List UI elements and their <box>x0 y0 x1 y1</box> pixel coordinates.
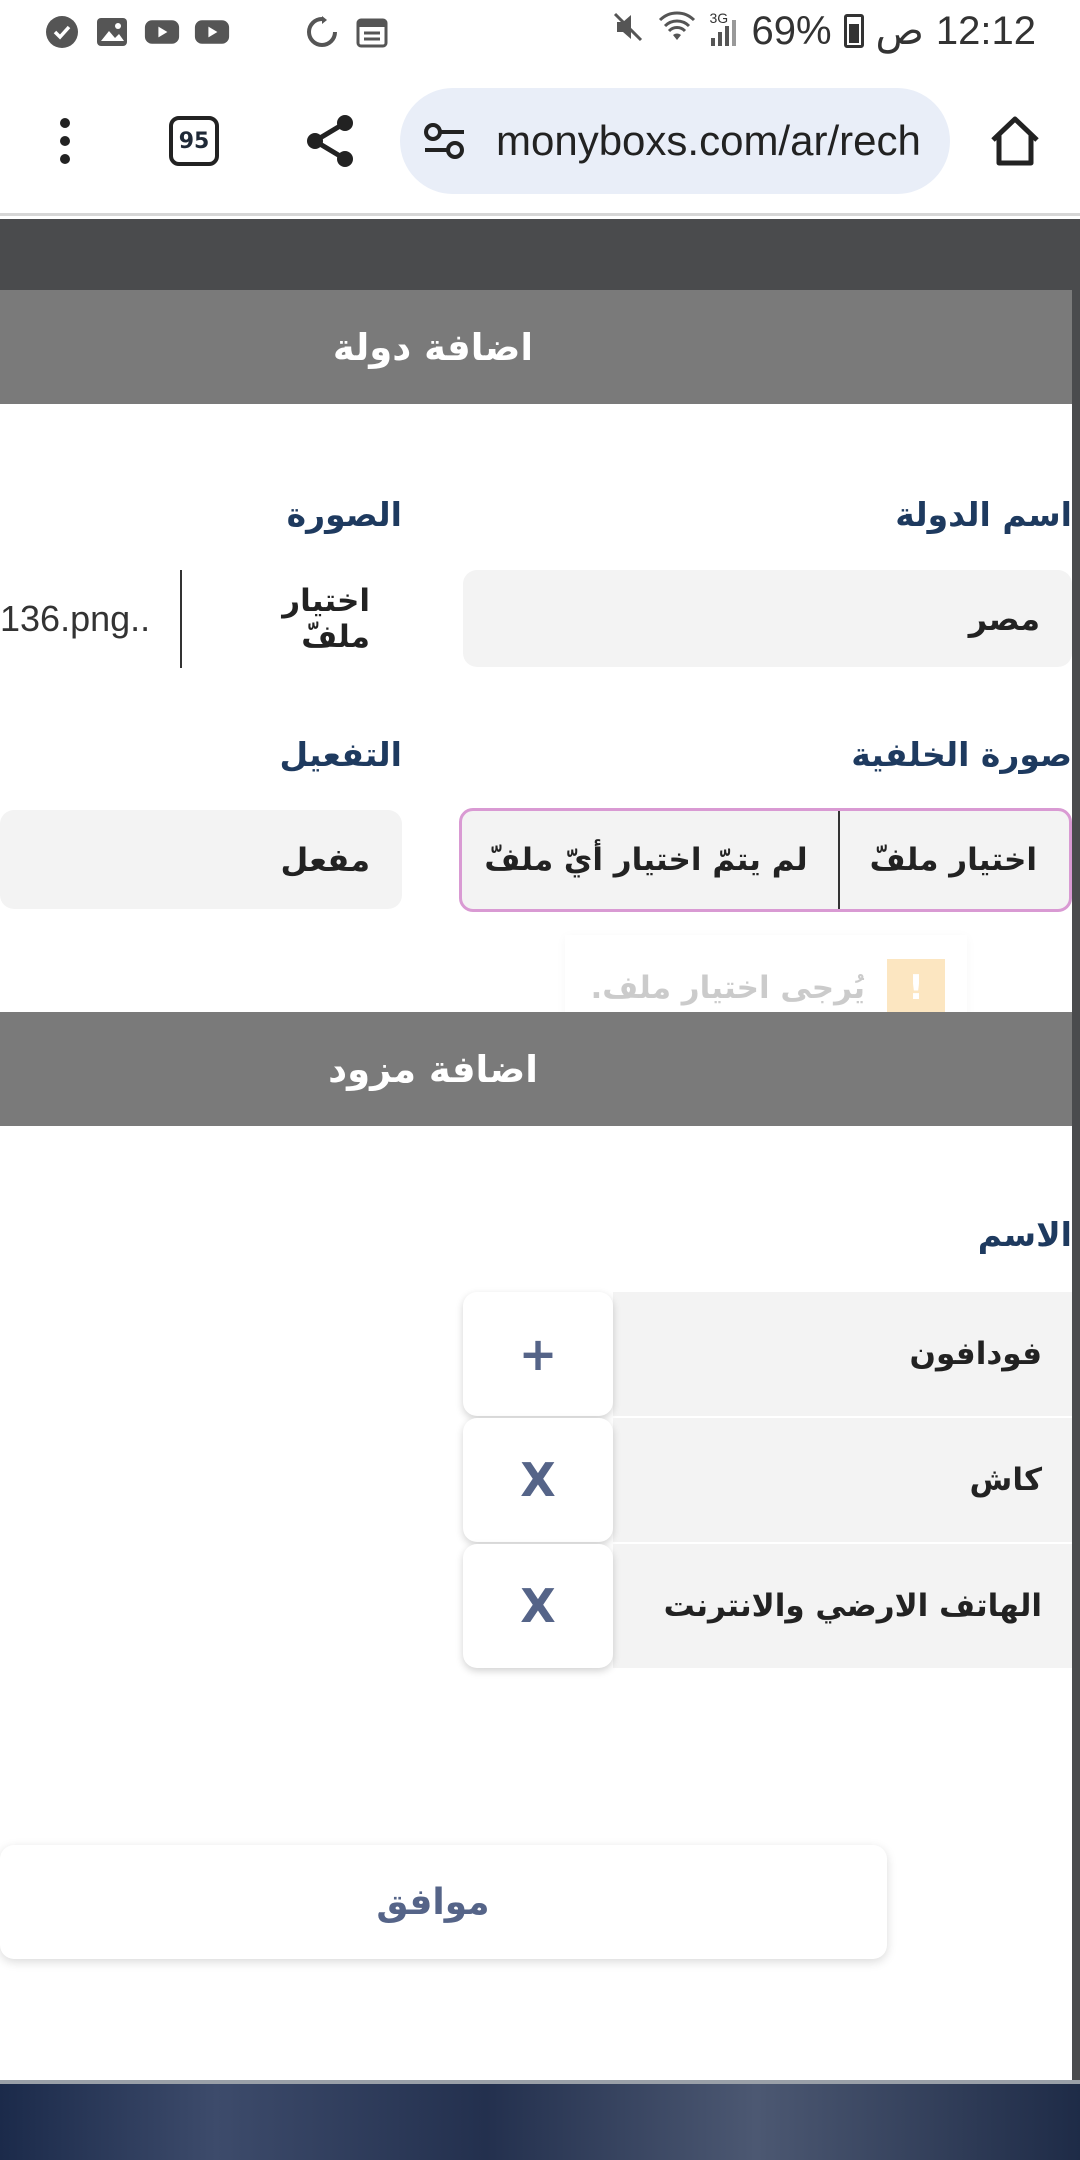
provider-row: فودافون + <box>463 1292 1072 1416</box>
background-choose-button[interactable]: اختيار ملفّ <box>840 842 1069 878</box>
provider-name-label: الاسم <box>977 1215 1072 1254</box>
tabs-button[interactable]: 95 <box>159 106 229 176</box>
sync-icon <box>304 14 340 50</box>
menu-icon[interactable] <box>30 106 100 176</box>
battery-percent: 69% <box>751 8 832 53</box>
signal-icon: 3G <box>709 10 739 48</box>
youtube-icon <box>144 14 180 50</box>
add-country-title: اضافة دولة <box>332 325 534 369</box>
home-icon[interactable] <box>980 106 1050 176</box>
browser-toolbar: 95 monyboxs.com/ar/rech <box>0 66 1080 216</box>
confirm-button-label: موافق <box>376 1881 490 1923</box>
confirm-button[interactable]: موافق <box>0 1845 887 1959</box>
country-name-field[interactable]: مصر <box>463 570 1072 667</box>
background-image-strip <box>0 2080 1080 2160</box>
am-pm: ص <box>875 9 924 53</box>
page-backdrop <box>0 219 1080 290</box>
separator <box>180 570 183 668</box>
network-type: 3G <box>709 10 729 26</box>
provider-name: الهاتف الارضي والانترنت <box>663 1588 1042 1624</box>
clock: 12:12 <box>935 8 1036 53</box>
provider-name-field[interactable]: كاش <box>613 1418 1072 1542</box>
modal-dialog: اضافة دولة اسم الدولة مصر الصورة اختيار … <box>0 290 1072 2080</box>
notification-icons <box>44 14 390 50</box>
gallery-icon <box>94 14 130 50</box>
site-settings-icon[interactable] <box>410 106 480 176</box>
provider-name: فودافون <box>909 1336 1042 1372</box>
calendar-icon <box>354 14 390 50</box>
page-backdrop-edge <box>1072 290 1080 2080</box>
activation-value: مفعل <box>280 840 370 879</box>
add-provider-header: اضافة مزود <box>0 1012 1072 1126</box>
background-image-label: صورة الخلفية <box>851 735 1072 774</box>
image-file-input[interactable]: اختيار ملفّ 136.png.. <box>0 570 400 668</box>
country-name-value: مصر <box>968 599 1040 638</box>
provider-row: كاش X <box>463 1418 1072 1542</box>
address-bar[interactable]: monyboxs.com/ar/rech <box>400 88 950 194</box>
mute-icon <box>611 9 645 54</box>
remove-provider-button[interactable]: X <box>463 1544 613 1668</box>
separator <box>837 811 840 909</box>
youtube-icon <box>194 14 230 50</box>
status-bar: 3G 69% ص 12:12 <box>0 0 1080 66</box>
add-provider-title: اضافة مزود <box>328 1047 538 1091</box>
wifi-icon <box>657 9 697 54</box>
tab-count: 95 <box>169 116 219 166</box>
provider-name: كاش <box>969 1462 1042 1498</box>
add-country-header: اضافة دولة <box>0 290 1072 404</box>
check-circle-icon <box>44 14 80 50</box>
image-choose-button[interactable]: اختيار ملفّ <box>182 583 400 655</box>
url-text: monyboxs.com/ar/rech <box>496 117 921 164</box>
add-provider-button[interactable]: + <box>463 1292 613 1416</box>
activation-label: التفعيل <box>279 735 402 774</box>
provider-row: الهاتف الارضي والانترنت X <box>463 1544 1072 1668</box>
battery-icon <box>843 14 864 48</box>
provider-name-field[interactable]: فودافون <box>613 1292 1072 1416</box>
system-indicators: 3G 69% ص 12:12 <box>611 8 1036 54</box>
provider-name-field[interactable]: الهاتف الارضي والانترنت <box>613 1544 1072 1668</box>
warning-icon: ! <box>887 959 945 1017</box>
share-icon[interactable] <box>295 106 365 176</box>
activation-select[interactable]: مفعل <box>0 810 402 909</box>
country-name-label: اسم الدولة <box>895 495 1072 534</box>
tooltip-text: يُرجى اختيار ملف. <box>590 970 865 1006</box>
background-file-input[interactable]: اختيار ملفّ لم يتمّ اختيار أيّ ملفّ <box>459 808 1072 912</box>
image-filename: 136.png.. <box>0 598 151 639</box>
remove-provider-button[interactable]: X <box>463 1418 613 1542</box>
image-label: الصورة <box>286 495 402 534</box>
background-file-status: لم يتمّ اختيار أيّ ملفّ <box>484 842 808 878</box>
